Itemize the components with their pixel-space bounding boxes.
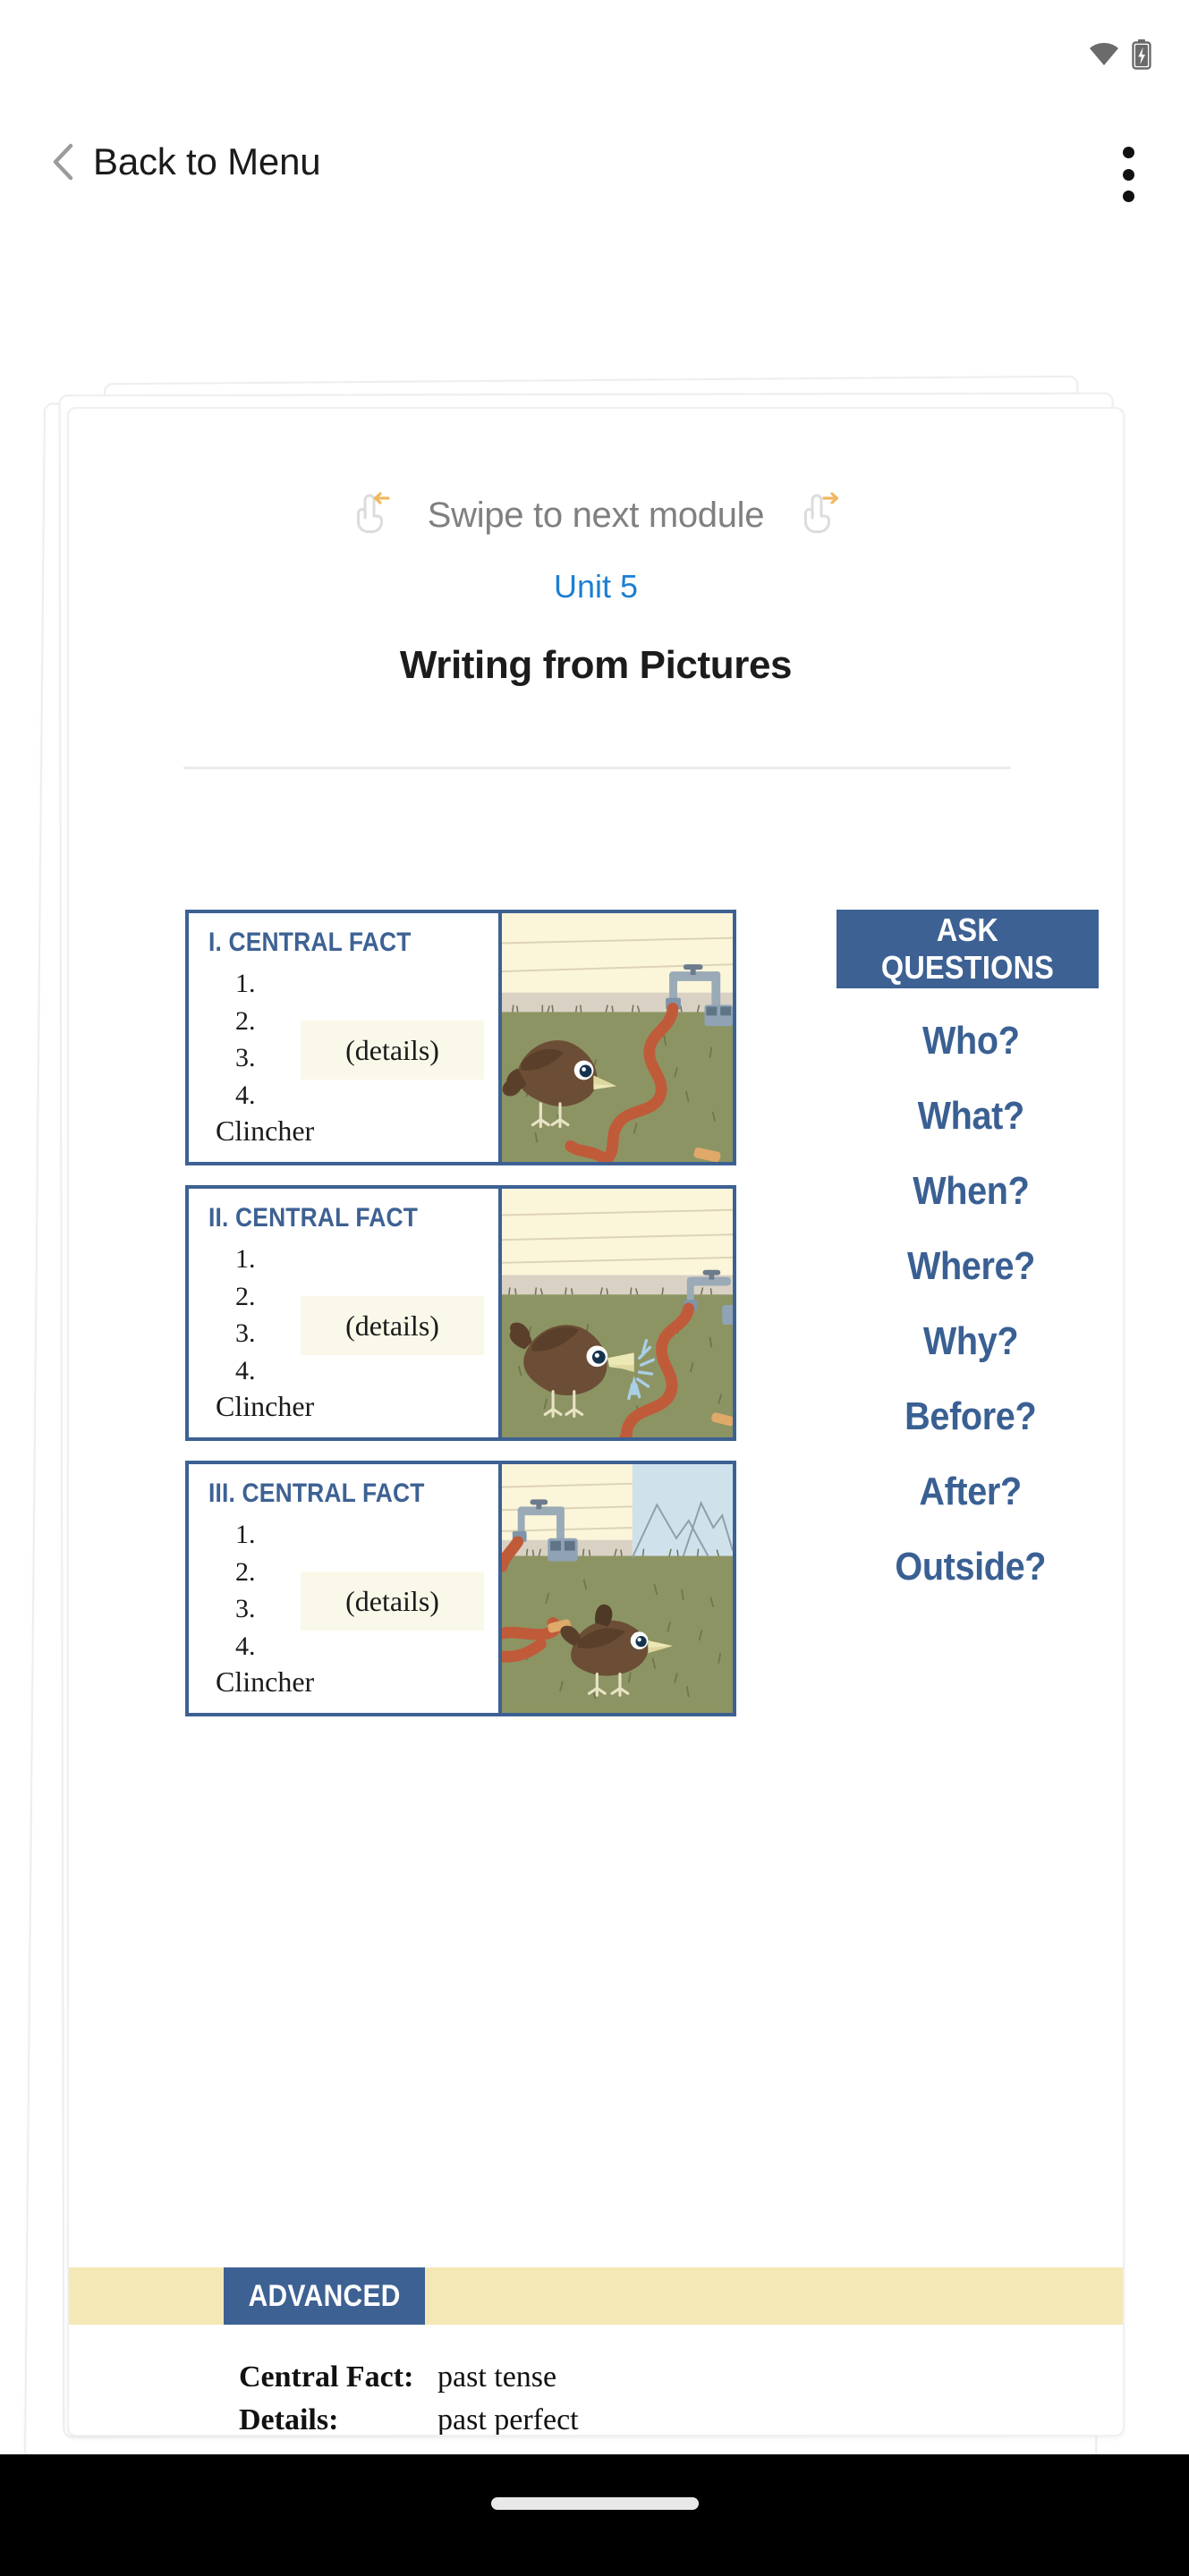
question-item-why: Why? bbox=[837, 1319, 1105, 1364]
question-label: Who? bbox=[921, 1019, 1020, 1063]
swipe-hint: Swipe to next module bbox=[69, 487, 1123, 543]
outline-list-item: 4. bbox=[235, 1356, 256, 1386]
home-indicator[interactable] bbox=[490, 2497, 699, 2510]
outline-heading: I. CENTRAL FACT bbox=[208, 928, 412, 957]
back-to-menu-button[interactable]: Back to Menu bbox=[52, 140, 321, 182]
outline-box[interactable]: III. CENTRAL FACT 1. 2. 3. 4. Clincher (… bbox=[185, 1461, 736, 1716]
question-label: What? bbox=[917, 1094, 1024, 1138]
outline-clincher: Clincher bbox=[216, 1389, 315, 1422]
advanced-row-value-group: past perfect (had been, had done, had __… bbox=[437, 2403, 863, 2436]
details-chip: (details) bbox=[301, 1021, 484, 1080]
outline-clincher: Clincher bbox=[216, 1114, 315, 1147]
outline-list-item: 4. bbox=[235, 1631, 256, 1662]
back-to-menu-label: Back to Menu bbox=[93, 140, 321, 182]
question-label: Before? bbox=[904, 1394, 1037, 1438]
outline-list-item: 1. bbox=[235, 1244, 256, 1274]
outline-heading: II. CENTRAL FACT bbox=[208, 1203, 419, 1233]
advanced-row-key: Central Fact: bbox=[239, 2360, 414, 2394]
kebab-dot bbox=[1122, 191, 1134, 202]
bird-water-spray-illustration bbox=[498, 1189, 733, 1437]
bird-pecking-hose-illustration bbox=[498, 913, 733, 1162]
advanced-row-key: Details: bbox=[239, 2403, 339, 2436]
question-item-before: Before? bbox=[837, 1394, 1105, 1439]
outline-box-text: I. CENTRAL FACT 1. 2. 3. 4. Clincher (de… bbox=[189, 913, 498, 1162]
question-label: Why? bbox=[922, 1319, 1019, 1363]
status-bar-icons bbox=[1089, 39, 1151, 70]
question-label: Outside? bbox=[895, 1545, 1047, 1589]
system-navigation-bar bbox=[0, 2454, 1189, 2576]
question-item-what: What? bbox=[837, 1094, 1105, 1139]
app-top-bar: Back to Menu bbox=[0, 134, 1189, 233]
advanced-badge: ADVANCED bbox=[224, 2267, 425, 2325]
advanced-row-value: past tense bbox=[437, 2360, 557, 2394]
unit-label: Unit 5 bbox=[553, 568, 639, 605]
outline-box-text: III. CENTRAL FACT 1. 2. 3. 4. Clincher (… bbox=[189, 1464, 498, 1713]
details-chip: (details) bbox=[301, 1572, 484, 1631]
hand-swipe-left-icon bbox=[356, 492, 390, 533]
question-item-outside: Outside? bbox=[837, 1545, 1105, 1589]
status-bar bbox=[0, 0, 1189, 89]
swipe-hint-label: Swipe to next module bbox=[427, 495, 765, 535]
kebab-dot bbox=[1122, 147, 1134, 158]
outline-box[interactable]: II. CENTRAL FACT 1. 2. 3. 4. Clincher (d… bbox=[185, 1185, 736, 1441]
advanced-badge-label: ADVANCED bbox=[248, 2278, 401, 2313]
outline-box-text: II. CENTRAL FACT 1. 2. 3. 4. Clincher (d… bbox=[189, 1189, 498, 1437]
kebab-menu-icon[interactable] bbox=[1110, 147, 1146, 202]
question-item-when: When? bbox=[837, 1169, 1105, 1214]
page-title: Writing from Pictures bbox=[399, 643, 793, 687]
outline-column: I. CENTRAL FACT 1. 2. 3. 4. Clincher (de… bbox=[185, 910, 740, 1736]
question-item-who: Who? bbox=[837, 1019, 1105, 1063]
question-label: After? bbox=[919, 1470, 1023, 1513]
hand-swipe-right-icon bbox=[804, 492, 839, 533]
advanced-row: Central Fact: past tense bbox=[239, 2360, 1044, 2394]
outline-list-item: 1. bbox=[235, 969, 256, 998]
ask-questions-banner-label: ASK QUESTIONS bbox=[880, 911, 1055, 986]
advanced-row: Details: past perfect (had been, had don… bbox=[239, 2403, 1044, 2436]
question-item-after: After? bbox=[837, 1470, 1105, 1514]
outline-heading: III. CENTRAL FACT bbox=[208, 1479, 425, 1508]
outline-list-item: 4. bbox=[235, 1080, 256, 1111]
advanced-table: Central Fact: past tense Details: past p… bbox=[239, 2360, 1044, 2436]
outline-clincher: Clincher bbox=[216, 1665, 315, 1698]
advanced-row-value: past perfect bbox=[437, 2403, 579, 2436]
question-label: When? bbox=[912, 1169, 1030, 1213]
wifi-icon bbox=[1090, 43, 1118, 65]
details-chip: (details) bbox=[301, 1296, 484, 1355]
outline-list-item: 1. bbox=[235, 1520, 256, 1549]
question-item-where: Where? bbox=[837, 1244, 1105, 1289]
bird-walking-away-mountains-illustration bbox=[498, 1464, 733, 1713]
outline-box[interactable]: I. CENTRAL FACT 1. 2. 3. 4. Clincher (de… bbox=[185, 910, 736, 1165]
chevron-left-icon bbox=[53, 143, 73, 181]
advanced-row-value-group: past tense bbox=[437, 2360, 556, 2394]
ask-questions-banner: ASK QUESTIONS bbox=[837, 910, 1099, 988]
header-divider bbox=[183, 767, 1011, 769]
kebab-dot bbox=[1122, 168, 1134, 181]
battery-charging-icon bbox=[1132, 39, 1151, 70]
question-label: Where? bbox=[906, 1244, 1035, 1288]
module-card[interactable]: Swipe to next module Unit 5 Writing from… bbox=[67, 407, 1125, 2436]
ask-questions-panel: ASK QUESTIONS Who? What? When? Where? Wh… bbox=[837, 910, 1105, 1589]
